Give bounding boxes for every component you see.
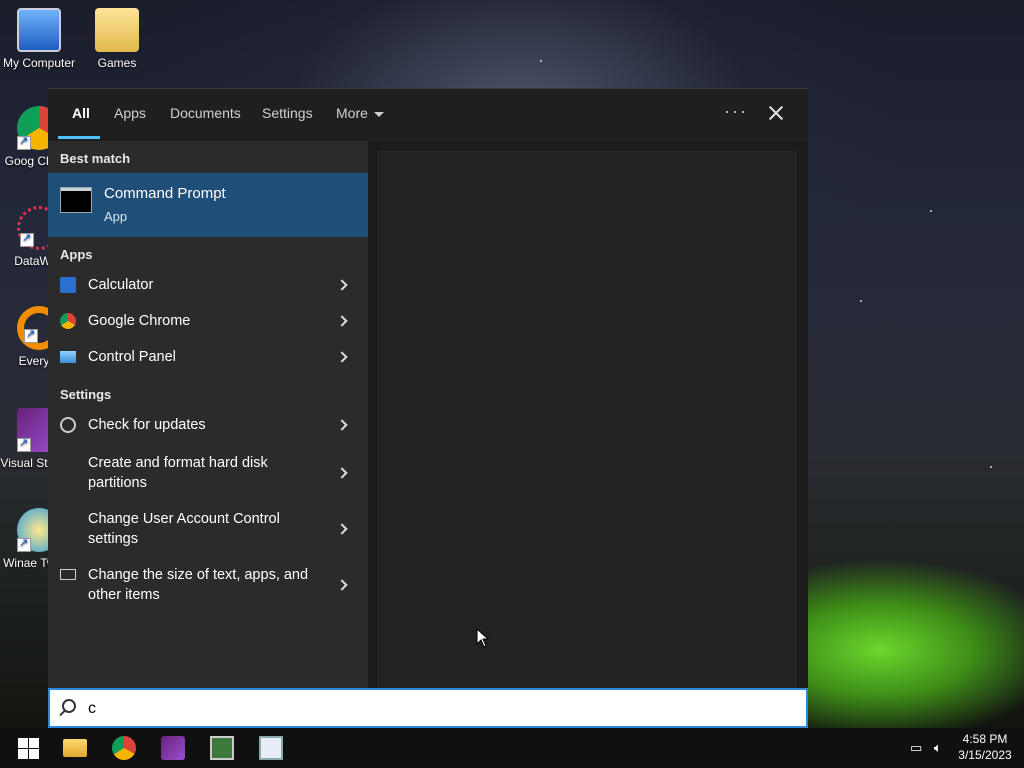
list-item-user-account-control[interactable]: Change User Account Control settings xyxy=(48,499,368,555)
task-manager-icon[interactable] xyxy=(210,736,234,760)
best-match-title: Command Prompt xyxy=(104,185,226,202)
list-item-calculator[interactable]: Calculator xyxy=(48,267,368,303)
desktop-icon-label: My Computer xyxy=(2,56,76,70)
star xyxy=(540,60,542,62)
chrome-icon xyxy=(60,313,76,329)
preview-pane xyxy=(368,141,808,689)
tab-apps[interactable]: Apps xyxy=(114,105,146,121)
more-options-icon[interactable]: ··· xyxy=(724,101,748,122)
desktop-icon-my-computer[interactable]: My Computer xyxy=(0,8,78,70)
results-list: Best match Command Prompt App Apps Calcu… xyxy=(48,141,368,689)
list-item-disk-partitions[interactable]: Create and format hard disk partitions xyxy=(48,443,368,499)
search-input[interactable] xyxy=(88,698,788,720)
visual-studio-icon[interactable] xyxy=(161,736,185,760)
search-tabs: All Apps Documents Settings More ··· xyxy=(48,89,808,141)
shortcut-arrow-icon xyxy=(24,327,38,343)
settings-heading: Settings xyxy=(60,387,112,402)
windows-start-icon[interactable] xyxy=(16,736,40,760)
star xyxy=(860,300,862,302)
clock-date: 3/15/2023 xyxy=(958,748,1012,762)
chevron-right-icon[interactable] xyxy=(336,523,348,535)
system-tray: ▭ 🔈︎ xyxy=(910,740,942,756)
list-item-label: Change User Account Control settings xyxy=(88,511,280,547)
chevron-right-icon[interactable] xyxy=(336,351,348,363)
chevron-right-icon[interactable] xyxy=(336,419,348,431)
list-item-label: Calculator xyxy=(88,277,154,293)
volume-icon[interactable]: 🔈︎ xyxy=(934,740,942,755)
chevron-right-icon[interactable] xyxy=(336,467,348,479)
calculator-icon xyxy=(60,277,76,293)
list-item-label: Control Panel xyxy=(88,349,176,365)
search-icon xyxy=(62,699,76,713)
command-prompt-icon xyxy=(60,187,92,213)
best-match-item[interactable]: Command Prompt App xyxy=(48,173,368,237)
list-item-label: Google Chrome xyxy=(88,313,191,329)
list-item-label: Check for updates xyxy=(88,417,206,433)
file-explorer-icon[interactable] xyxy=(63,739,87,757)
control-panel-icon xyxy=(60,351,76,363)
best-match-heading: Best match xyxy=(60,151,131,166)
search-box[interactable] xyxy=(48,688,808,728)
taskbar-clock[interactable]: 4:58 PM 3/15/2023 xyxy=(950,731,1020,763)
list-item-label: Create and format hard disk partitions xyxy=(88,455,268,491)
chrome-icon[interactable] xyxy=(112,736,136,760)
desktop-icon-label: Games xyxy=(97,56,137,70)
desktop-icon-games[interactable]: Games xyxy=(78,8,156,70)
list-item-google-chrome[interactable]: Google Chrome xyxy=(48,303,368,339)
best-match-subtitle: App xyxy=(104,209,128,224)
shortcut-arrow-icon xyxy=(17,134,31,150)
star xyxy=(930,210,932,212)
star xyxy=(990,466,992,468)
apps-heading: Apps xyxy=(60,247,93,262)
notepad-icon[interactable] xyxy=(259,736,283,760)
refresh-icon xyxy=(60,417,76,433)
list-item-control-panel[interactable]: Control Panel xyxy=(48,339,368,375)
close-icon[interactable] xyxy=(764,101,788,125)
chevron-right-icon[interactable] xyxy=(336,579,348,591)
monitor-icon xyxy=(60,569,76,580)
network-icon[interactable]: ▭ xyxy=(910,740,922,755)
shortcut-arrow-icon xyxy=(20,231,34,247)
list-item-label: Change the size of text, apps, and other… xyxy=(88,567,309,603)
chevron-right-icon[interactable] xyxy=(336,315,348,327)
preview-content xyxy=(378,151,796,689)
tab-more-label: More xyxy=(336,105,368,121)
chevron-right-icon[interactable] xyxy=(336,279,348,291)
start-search-panel: All Apps Documents Settings More ··· Bes… xyxy=(48,88,808,689)
folder-icon xyxy=(95,8,139,52)
shortcut-arrow-icon xyxy=(17,436,31,452)
active-tab-indicator xyxy=(58,136,100,139)
list-item-check-for-updates[interactable]: Check for updates xyxy=(48,407,368,443)
shortcut-arrow-icon xyxy=(17,536,31,552)
tab-documents[interactable]: Documents xyxy=(170,105,241,121)
tab-more[interactable]: More xyxy=(336,105,384,121)
list-item-text-size[interactable]: Change the size of text, apps, and other… xyxy=(48,555,368,611)
tab-settings[interactable]: Settings xyxy=(262,105,313,121)
tab-all[interactable]: All xyxy=(72,105,90,121)
taskbar: ▭ 🔈︎ 4:58 PM 3/15/2023 xyxy=(0,728,1024,768)
clock-time: 4:58 PM xyxy=(962,732,1008,746)
computer-icon xyxy=(17,8,61,52)
mouse-cursor-icon xyxy=(476,628,490,648)
caret-down-icon xyxy=(373,111,384,117)
